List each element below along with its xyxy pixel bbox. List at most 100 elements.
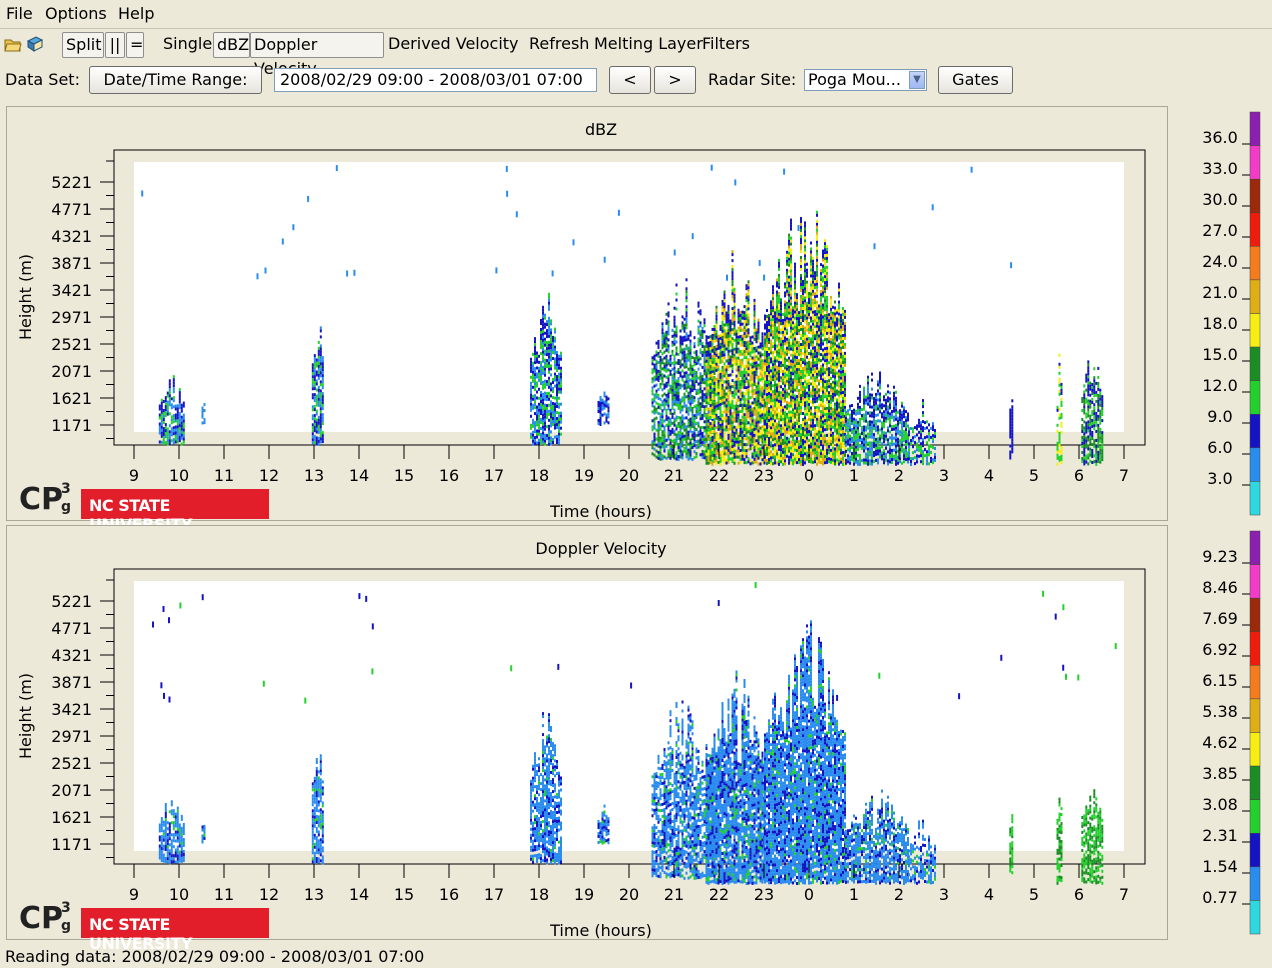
x-tick-label: 0 [804,466,814,485]
x-tick-label: 23 [754,885,774,904]
x-tick-label: 2 [894,466,904,485]
gates-button[interactable]: Gates [938,66,1013,94]
y-tick-label: 4771 [51,619,92,638]
colorbar-label: 6.92 [1202,640,1238,659]
colorbar-label: 7.69 [1202,609,1238,628]
y-tick-label: 2071 [51,362,92,381]
radar-site-select[interactable]: Poga Mou... ▼ [804,69,927,91]
x-tick-label: 16 [439,885,459,904]
doppler-velocity-button[interactable]: Doppler Velocity [250,32,384,78]
equal-button[interactable]: = [126,32,144,58]
colorbar-swatch [1249,246,1261,281]
velocity-panel: Doppler Velocity Height (m) 5221 4771 4321 38… [6,525,1168,953]
colorbar-swatch [1249,178,1261,214]
refresh-button[interactable]: Refresh [529,32,589,58]
split-button[interactable]: Split [62,32,104,58]
plot-title: dBZ [585,120,617,139]
x-tick-label: 22 [709,885,729,904]
single-button[interactable]: Single [163,32,212,58]
y-tick-label: 4771 [51,200,92,219]
x-tick-label: 5 [1029,466,1039,485]
y-tick-label: 3421 [51,281,92,300]
y-tick-label: 2521 [51,754,92,773]
x-tick-label: 2 [894,885,904,904]
x-tick-label: 17 [484,466,504,485]
logo-block-2: CP 3 g NC STATE UNIVERSITY [17,896,277,953]
dataset-label: Data Set: [5,70,80,89]
x-tick-label: 18 [529,885,549,904]
x-tick-label: 20 [619,885,639,904]
melting-layer-button[interactable]: Melting Layer [594,32,703,58]
colorbar-label: 8.46 [1202,578,1238,597]
colorbar-swatch [1249,279,1261,314]
colorbar-label: 3.85 [1202,764,1238,783]
y-tick-label: 2521 [51,335,92,354]
y-tick-label: 4321 [51,646,92,665]
y-tick-label: 3421 [51,700,92,719]
colorbar-label: 36.0 [1202,128,1238,147]
x-tick-label: 6 [1074,885,1084,904]
colorbar-swatch [1249,346,1261,381]
x-tick-label: 19 [574,885,594,904]
y-tick-label: 3871 [51,673,92,692]
plot-area [134,162,1124,432]
velocity-plot[interactable]: Doppler VelocityHeight (m)52214771432138… [7,526,1167,940]
plot-area [134,581,1124,851]
parallel-button[interactable]: || [105,32,125,58]
open-folder-icon[interactable] [4,35,22,61]
x-tick-label: 13 [304,466,324,485]
menu-help[interactable]: Help [118,4,154,23]
book-icon[interactable] [26,35,44,61]
dbz-button[interactable]: dBZ [213,32,250,58]
colorbar-swatch [1249,765,1261,800]
x-tick-label: 16 [439,466,459,485]
colorbar-swatch [1249,900,1261,935]
next-button[interactable]: > [654,66,696,94]
velocity-colorbar: 9.23 8.46 7.69 6.92 6.15 5.38 4.62 3.85 3.08 2.31… [1170,525,1272,940]
y-axis-label: Height (m) [16,673,35,759]
colorbar-label: 33.0 [1202,159,1238,178]
status-bar: Reading data: 2008/02/29 09:00 - 2008/03… [5,947,425,966]
filters-button[interactable]: Filters [702,32,750,58]
x-tick-label: 14 [349,885,369,904]
cp3g-logo: CP [19,482,63,517]
colorbar-swatch [1249,732,1261,767]
dbz-plot[interactable]: dBZHeight (m)522147714321387134212971252… [7,107,1167,521]
colorbar-swatch [1249,833,1261,868]
derived-velocity-button[interactable]: Derived Velocity [388,32,519,58]
chevron-down-icon[interactable]: ▼ [909,71,925,89]
previous-button[interactable]: < [609,66,651,94]
x-tick-label: 7 [1119,885,1129,904]
colorbar-label: 21.0 [1202,283,1238,302]
colorbar-label: 15.0 [1202,345,1238,364]
y-tick-label: 2071 [51,781,92,800]
colorbar-label: 1.54 [1202,857,1238,876]
y-tick-label: 5221 [51,173,92,192]
colorbar-swatch [1249,698,1261,733]
colorbar-swatch [1249,530,1261,565]
y-tick-label: 4321 [51,227,92,246]
menu-file[interactable]: File [6,4,33,23]
x-tick-label: 19 [574,466,594,485]
colorbar-swatch [1249,481,1261,516]
colorbar-swatch [1249,799,1261,834]
x-tick-label: 15 [394,885,414,904]
y-axis-label: Height (m) [16,254,35,340]
x-tick-label: 3 [939,466,949,485]
x-tick-label: 1 [849,885,859,904]
x-tick-label: 3 [939,885,949,904]
dataset-row: Data Set: Date/Time Range: 2008/02/29 09… [0,64,1272,98]
date-time-range-button[interactable]: Date/Time Range: [89,66,262,94]
x-tick-label: 22 [709,466,729,485]
plot-title: Doppler Velocity [535,539,666,558]
colorbar-swatch [1249,866,1261,901]
menu-bar: File Options Help [0,0,1272,29]
x-tick-label: 7 [1119,466,1129,485]
colorbar-swatch [1249,145,1261,180]
menu-options[interactable]: Options [45,4,107,23]
colorbar-label: 6.0 [1207,438,1232,457]
colorbar-swatch [1249,597,1261,633]
colorbar-label: 6.15 [1202,671,1238,690]
date-time-range-field[interactable]: 2008/02/29 09:00 - 2008/03/01 07:00 [274,68,597,92]
logo-block: CP 3 g NC STATE UNIVERSITY [17,477,277,534]
